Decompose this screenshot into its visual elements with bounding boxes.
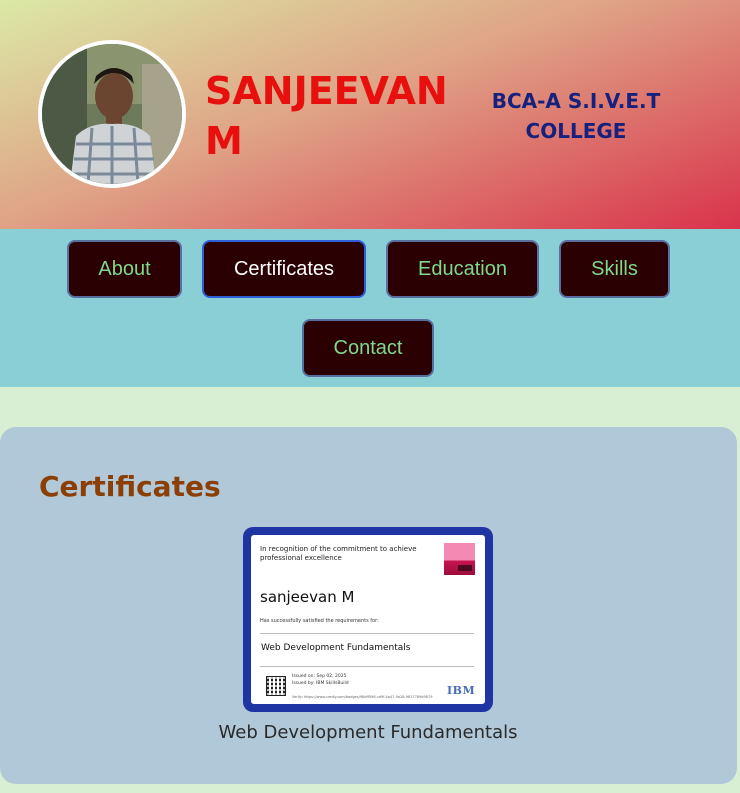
nav-skills-button[interactable]: Skills — [559, 240, 670, 298]
certificate-recipient: sanjeevan M — [260, 588, 355, 606]
section-title: Certificates — [39, 470, 221, 503]
qr-code-icon — [266, 676, 286, 696]
nav-bar: About Certificates Education Skills Cont… — [0, 229, 740, 387]
profile-photo — [42, 44, 182, 184]
certificate-verify-url: Verify: https://www.credly.com/badges/98… — [292, 695, 433, 699]
certificate-issued-by: Issued by: IBM SkillsBuild — [292, 681, 349, 686]
certificate-meta: Issued on: Sep 02, 2025 Issued by: IBM S… — [292, 673, 349, 687]
ibm-logo: IBM — [447, 684, 476, 697]
certificate-card[interactable]: In recognition of the commitment to achi… — [243, 527, 493, 712]
certificate-course: Web Development Fundamentals — [261, 643, 411, 653]
nav-certificates-button[interactable]: Certificates — [202, 240, 366, 298]
certificate-image: In recognition of the commitment to achi… — [251, 535, 485, 704]
certificate-divider — [260, 666, 474, 667]
nav-contact-button[interactable]: Contact — [302, 319, 434, 377]
badge-icon — [444, 543, 475, 575]
certificate-requirement: Has successfully satisfied the requireme… — [260, 618, 379, 624]
profile-header: SANJEEVAN M BCA-A S.I.V.E.T COLLEGE — [0, 0, 740, 229]
certificate-recognition: In recognition of the commitment to achi… — [260, 545, 417, 562]
certificate-divider — [260, 633, 474, 634]
nav-education-button[interactable]: Education — [386, 240, 539, 298]
certificate-caption: Web Development Fundamentals — [218, 722, 518, 743]
college-label: BCA-A S.I.V.E.T COLLEGE — [491, 89, 661, 143]
profile-name: SANJEEVAN M — [205, 69, 448, 163]
profile-avatar — [38, 40, 186, 188]
certificate-issued-on: Issued on: Sep 02, 2025 — [292, 674, 347, 679]
nav-about-button[interactable]: About — [67, 240, 182, 298]
